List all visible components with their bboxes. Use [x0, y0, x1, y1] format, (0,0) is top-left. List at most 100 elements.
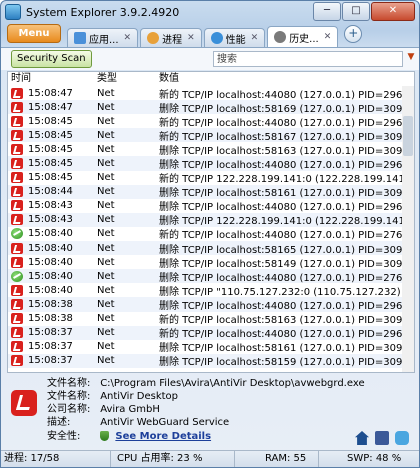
time-value: 15:08:47 [28, 101, 73, 113]
close-button[interactable]: ✕ [371, 2, 415, 21]
cell-value: 新的 TCP/IP localhost:44080 (127.0.0.1) PI… [159, 89, 414, 101]
cell-value: 删除 TCP/IP localhost:58169 (127.0.0.1) PI… [159, 103, 414, 115]
close-icon[interactable]: ✕ [187, 33, 195, 43]
home-icon[interactable] [355, 431, 369, 445]
vertical-scrollbar[interactable] [402, 86, 414, 372]
cell-type: Net [97, 115, 115, 127]
table-row[interactable]: 15:08:40 Net 删除 TCP/IP localhost:44080 (12… [8, 269, 414, 284]
tab-applications[interactable]: 应用... ✕ [67, 28, 139, 47]
search-dropdown-icon[interactable]: ▼ [405, 52, 417, 66]
history-list[interactable]: 时间 类型 数值 15:08:47 Net 新的 TCP/IP localhost:… [7, 71, 415, 373]
app-icon [5, 4, 21, 20]
table-row[interactable]: 15:08:37 Net 新的 TCP/IP localhost:44080 (12… [8, 325, 414, 340]
table-row[interactable]: 15:08:45 Net 新的 TCP/IP localhost:44080 (12… [8, 114, 414, 129]
cell-time: 15:08:45 [8, 129, 91, 141]
detail-value: AntiVir WebGuard Service [100, 417, 230, 428]
column-header-value[interactable]: 数值 [159, 72, 414, 86]
maximize-button[interactable]: □ [342, 2, 370, 21]
cell-value: 删除 TCP/IP localhost:58161 (127.0.0.1) PI… [159, 188, 414, 200]
table-row[interactable]: 15:08:38 Net 删除 TCP/IP localhost:44080 (12… [8, 297, 414, 312]
scrollbar-thumb[interactable] [403, 116, 413, 156]
tab-performance[interactable]: 性能 ✕ [203, 28, 266, 47]
cell-type: Net [97, 129, 115, 141]
tab-history[interactable]: 历史... ✕ [267, 26, 339, 47]
window-controls: ─ □ ✕ [312, 2, 415, 21]
tab-label: 历史... [289, 33, 319, 45]
cell-type: Net [97, 341, 115, 353]
add-tab-button[interactable]: + [344, 25, 363, 43]
list-rows: 15:08:47 Net 新的 TCP/IP localhost:44080 (12… [8, 86, 414, 368]
tab-label: 性能 [225, 34, 246, 46]
table-row[interactable]: 15:08:43 Net 删除 TCP/IP localhost:44080 (12… [8, 199, 414, 213]
table-row[interactable]: 15:08:45 Net 新的 TCP/IP localhost:58167 (12… [8, 128, 414, 143]
avira-process-icon [11, 214, 23, 226]
cell-type: Net [97, 101, 115, 113]
cell-type: Net [97, 228, 115, 240]
cell-type: Net [97, 186, 115, 198]
table-row[interactable]: 15:08:40 Net 新的 TCP/IP localhost:44080 (12… [8, 227, 414, 241]
cell-type: Net [97, 242, 115, 254]
cell-type: Net [97, 298, 115, 310]
table-row[interactable]: 15:08:40 Net 删除 TCP/IP localhost:58165 (12… [8, 241, 414, 256]
facebook-icon[interactable] [375, 431, 389, 445]
title-bar[interactable]: System Explorer 3.9.2.4920 ─ □ ✕ [1, 1, 419, 23]
table-row[interactable]: 15:08:37 Net 删除 TCP/IP localhost:58159 (12… [8, 353, 414, 368]
cell-time: 15:08:38 [8, 298, 91, 310]
detail-row-security: 安全性: See More Details [47, 431, 211, 443]
close-icon[interactable]: ✕ [251, 33, 259, 43]
column-header-time[interactable]: 时间 [8, 72, 91, 86]
status-processes: 进程: 17/58 [1, 451, 111, 467]
avira-process-icon [11, 129, 23, 141]
avira-process-icon [11, 256, 23, 268]
menu-button[interactable]: Menu [7, 24, 61, 43]
table-row[interactable]: 15:08:38 Net 新的 TCP/IP localhost:58163 (12… [8, 312, 414, 326]
table-row[interactable]: 15:08:47 Net 新的 TCP/IP localhost:44080 (12… [8, 86, 414, 101]
detail-value: AntiVir Desktop [100, 391, 178, 402]
time-value: 15:08:37 [28, 355, 73, 367]
time-value: 15:08:37 [28, 341, 73, 353]
detail-row-company: 公司名称: Avira GmbH [47, 404, 160, 416]
avira-process-icon [11, 327, 23, 339]
column-header-type[interactable]: 类型 [91, 72, 159, 86]
time-value: 15:08:38 [28, 298, 73, 310]
cell-time: 15:08:40 [8, 284, 91, 296]
table-row[interactable]: 15:08:47 Net 删除 TCP/IP localhost:58169 (12… [8, 100, 414, 115]
table-row[interactable]: 15:08:44 Net 删除 TCP/IP localhost:58161 (12… [8, 184, 414, 200]
detail-label: 描述: [47, 417, 71, 428]
close-icon[interactable]: ✕ [324, 32, 332, 42]
cell-time: 15:08:40 [8, 242, 91, 254]
time-value: 15:08:43 [28, 200, 73, 212]
cell-time: 15:08:38 [8, 313, 91, 325]
cell-type: Net [97, 143, 115, 155]
table-row[interactable]: 15:08:40 Net 删除 TCP/IP "110.75.127.232:0 (… [8, 283, 414, 298]
cell-value: 删除 TCP/IP localhost:58149 (127.0.0.1) PI… [159, 258, 414, 270]
table-row[interactable]: 15:08:45 Net 删除 TCP/IP localhost:44080 (12… [8, 156, 414, 171]
table-row[interactable]: 15:08:40 Net 删除 TCP/IP localhost:58149 (12… [8, 255, 414, 270]
tab-label: 进程 [162, 34, 183, 46]
status-cpu: CPU 占用率: 23 % [111, 451, 235, 467]
detail-label: 文件名称: [47, 378, 91, 389]
table-row[interactable]: 15:08:45 Net 删除 TCP/IP localhost:58163 (12… [8, 142, 414, 157]
search-input[interactable]: 搜索 [213, 51, 403, 67]
security-scan-button[interactable]: Security Scan [11, 50, 92, 68]
cell-time: 15:08:47 [8, 87, 91, 99]
see-more-details-link[interactable]: See More Details [115, 431, 211, 442]
avira-process-icon [11, 115, 23, 127]
minimize-button[interactable]: ─ [313, 2, 341, 21]
time-value: 15:08:45 [28, 143, 73, 155]
cell-type: Net [97, 214, 115, 226]
twitter-icon[interactable] [395, 431, 409, 445]
time-value: 15:08:40 [28, 228, 73, 240]
tab-processes[interactable]: 进程 ✕ [140, 28, 202, 47]
avira-process-icon [11, 242, 23, 254]
table-row[interactable]: 15:08:43 Net 删除 TCP/IP 122.228.199.141:0 (… [8, 212, 414, 227]
avira-process-icon [11, 298, 23, 310]
table-row[interactable]: 15:08:45 Net 新的 TCP/IP 122.228.199.141:0 (… [8, 171, 414, 185]
cell-value: 新的 TCP/IP localhost:44080 (127.0.0.1) PI… [159, 230, 414, 242]
cell-type: Net [97, 200, 115, 212]
cell-time: 15:08:47 [8, 101, 91, 113]
table-row[interactable]: 15:08:37 Net 删除 TCP/IP localhost:58161 (12… [8, 340, 414, 354]
time-value: 15:08:40 [28, 284, 73, 296]
close-icon[interactable]: ✕ [124, 33, 132, 43]
cell-value: 删除 TCP/IP localhost:58163 (127.0.0.1) PI… [159, 145, 414, 157]
